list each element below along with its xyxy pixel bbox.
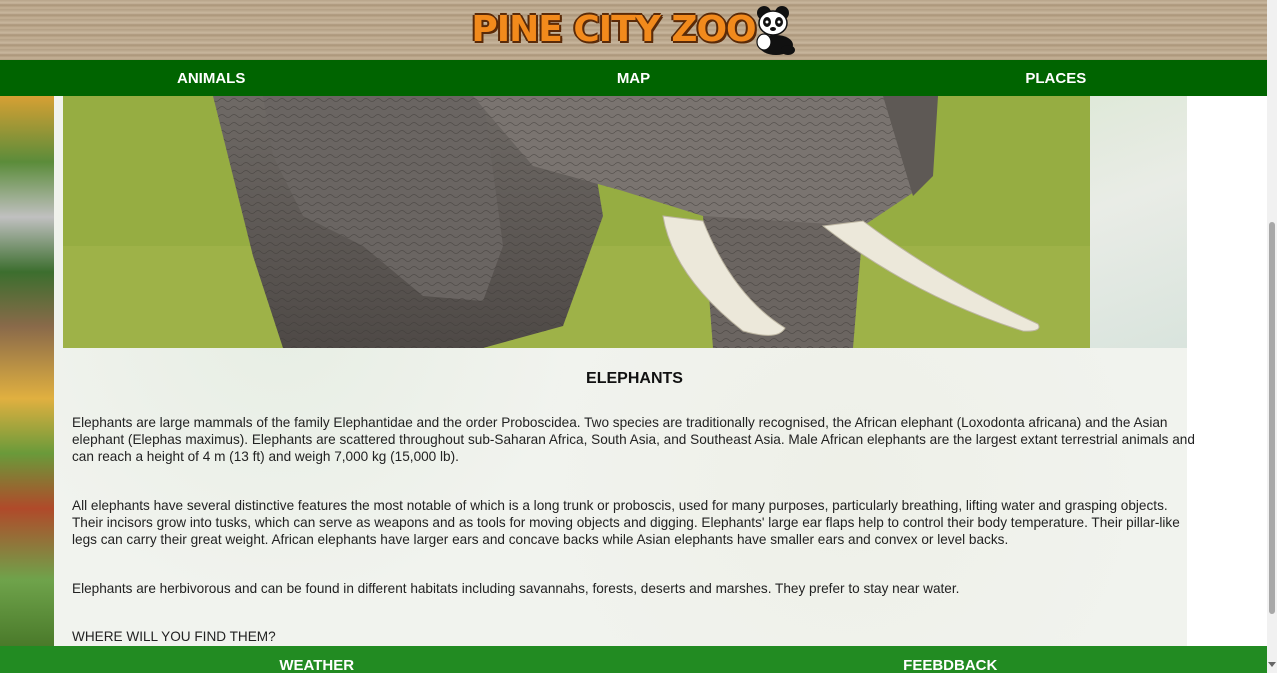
background-mosaic-left — [0, 96, 54, 646]
nav-map[interactable]: MAP — [422, 60, 844, 96]
top-nav: ANIMALS MAP PLACES — [0, 60, 1267, 96]
footer-nav: WEATHER FEEBDBACK — [0, 646, 1268, 674]
scroll-down-icon[interactable] — [1268, 662, 1276, 667]
paragraph-habitat: Elephants are herbivorous and can be fou… — [72, 581, 960, 596]
logo[interactable]: PINE CITY ZOO — [471, 4, 795, 56]
footer-weather[interactable]: WEATHER — [0, 646, 634, 674]
footer-feedback[interactable]: FEEBDBACK — [634, 646, 1268, 674]
page-margin-right — [1187, 96, 1267, 646]
scrollbar[interactable] — [1267, 0, 1277, 673]
article: ELEPHANTS Elephants are large mammals of… — [72, 348, 1197, 644]
site-header: PINE CITY ZOO — [0, 0, 1267, 60]
panda-icon — [756, 6, 795, 55]
page-title: ELEPHANTS — [586, 370, 683, 387]
logo-text: PINE CITY ZOO — [471, 9, 756, 50]
elephant-hero-image — [63, 96, 1090, 348]
background-mosaic-right — [1090, 96, 1187, 348]
scrollbar-thumb[interactable] — [1269, 222, 1275, 614]
paragraph-intro: Elephants are large mammals of the famil… — [72, 415, 1195, 464]
nav-animals[interactable]: ANIMALS — [0, 60, 422, 96]
paragraph-features: All elephants have several distinctive f… — [72, 498, 1180, 547]
where-heading: WHERE WILL YOU FIND THEM? — [72, 629, 276, 644]
nav-places[interactable]: PLACES — [845, 60, 1267, 96]
